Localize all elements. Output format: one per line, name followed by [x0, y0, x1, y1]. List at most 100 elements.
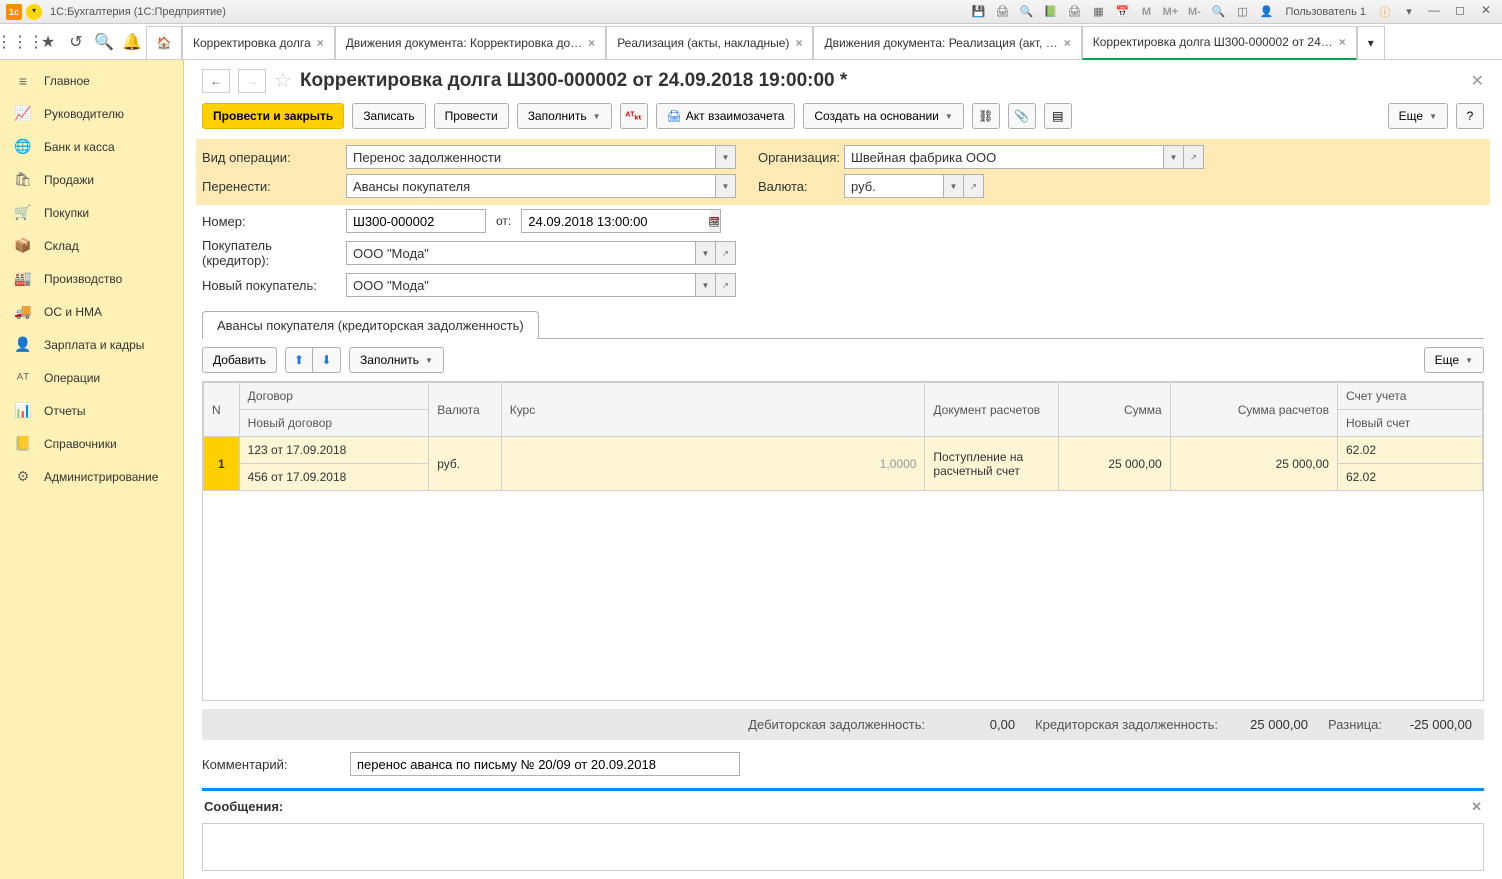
tab-3[interactable]: Движения документа: Реализация (акт, … × — [813, 26, 1081, 60]
cell-currency[interactable]: руб. — [429, 437, 501, 491]
col-doc[interactable]: Документ расчетов — [925, 383, 1059, 437]
org-select[interactable]: Швейная фабрика ООО — [844, 145, 1164, 169]
forward-button[interactable]: → — [238, 69, 266, 93]
sidebar-item-sales[interactable]: 🛍Продажи — [0, 163, 183, 196]
back-button[interactable]: ← — [202, 69, 230, 93]
fill-table-button[interactable]: Заполнить▼ — [349, 347, 444, 373]
search-icon[interactable]: 🔍 — [90, 28, 118, 56]
open-icon[interactable]: ↗ — [716, 273, 736, 297]
col-new-contract[interactable]: Новый договор — [239, 410, 429, 437]
cell-contract[interactable]: 123 от 17.09.2018 — [239, 437, 429, 464]
col-n[interactable]: N — [204, 383, 240, 437]
help-button[interactable]: ? — [1456, 103, 1484, 129]
transfer-select[interactable]: Авансы покупателя — [346, 174, 716, 198]
sidebar-item-production[interactable]: 🏭Производство — [0, 262, 183, 295]
user-icon[interactable]: 👤 — [1257, 3, 1275, 21]
more-button[interactable]: Еще▼ — [1388, 103, 1448, 129]
print-icon[interactable]: 🖨 — [993, 3, 1011, 21]
dtKt-icon[interactable]: ᴬᵀₖₜ — [620, 103, 648, 129]
apps-icon[interactable]: ⋮⋮⋮ — [6, 28, 34, 56]
post-button[interactable]: Провести — [434, 103, 509, 129]
save-icon[interactable]: 💾 — [969, 3, 987, 21]
m-plus-icon[interactable]: M+ — [1161, 3, 1179, 21]
col-sum-calc[interactable]: Сумма расчетов — [1170, 383, 1337, 437]
buyer-select[interactable]: ООО "Мода" — [346, 241, 696, 265]
list-icon[interactable]: ▤ — [1044, 103, 1072, 129]
favorite-star-icon[interactable]: ☆ — [274, 68, 292, 93]
sidebar-item-salary[interactable]: 👤Зарплата и кадры — [0, 328, 183, 361]
cell-account[interactable]: 62.02 — [1337, 437, 1482, 464]
number-input[interactable] — [346, 209, 486, 233]
cell-sum-calc[interactable]: 25 000,00 — [1170, 437, 1337, 491]
favorite-icon[interactable]: ★ — [34, 28, 62, 56]
tab-1[interactable]: Движения документа: Корректировка до… × — [335, 26, 606, 60]
m-minus-icon[interactable]: M- — [1185, 3, 1203, 21]
home-tab[interactable]: 🏠 — [146, 26, 182, 60]
calendar-icon[interactable]: 📅 — [1113, 3, 1131, 21]
sidebar-item-reports[interactable]: 📊Отчеты — [0, 394, 183, 427]
cell-sum[interactable]: 25 000,00 — [1059, 437, 1171, 491]
sidebar-item-assets[interactable]: 🚚ОС и НМА — [0, 295, 183, 328]
fill-button[interactable]: Заполнить▼ — [517, 103, 612, 129]
dropdown-icon[interactable]: ▼ — [716, 174, 736, 198]
sidebar-item-operations[interactable]: ᴬᵀОперации — [0, 361, 183, 394]
col-new-account[interactable]: Новый счет — [1337, 410, 1482, 437]
tab-advances[interactable]: Авансы покупателя (кредиторская задолжен… — [202, 311, 539, 339]
post-close-button[interactable]: Провести и закрыть — [202, 103, 344, 129]
close-icon[interactable]: × — [1064, 36, 1071, 50]
add-button[interactable]: Добавить — [202, 347, 277, 373]
close-icon[interactable]: × — [588, 36, 595, 50]
sidebar-item-admin[interactable]: ⚙Администрирование — [0, 460, 183, 493]
dropdown-icon[interactable]: ▼ — [696, 241, 716, 265]
dropdown-icon[interactable]: ▼ — [1164, 145, 1184, 169]
bell-icon[interactable]: 🔔 — [118, 28, 146, 56]
op-type-select[interactable]: Перенос задолженности — [346, 145, 716, 169]
sidebar-item-purchases[interactable]: 🛒Покупки — [0, 196, 183, 229]
app-dropdown-icon[interactable]: ▾ — [26, 4, 42, 20]
sidebar-item-manager[interactable]: 📈Руководителю — [0, 97, 183, 130]
tab-2[interactable]: Реализация (акты, накладные) × — [606, 26, 813, 60]
excel-icon[interactable]: 📗 — [1041, 3, 1059, 21]
sidebar-item-warehouse[interactable]: 📦Склад — [0, 229, 183, 262]
sidebar-item-references[interactable]: 📒Справочники — [0, 427, 183, 460]
list-small-icon[interactable]: ▤ — [708, 214, 719, 228]
create-based-button[interactable]: Создать на основании▼ — [803, 103, 963, 129]
comment-input[interactable] — [350, 752, 740, 776]
history-icon[interactable]: ↺ — [62, 28, 90, 56]
menu-down-icon[interactable]: ▾ — [1400, 3, 1418, 21]
print2-icon[interactable]: 🖨 — [1065, 3, 1083, 21]
attach-icon[interactable]: 📎 — [1008, 103, 1036, 129]
col-sum[interactable]: Сумма — [1059, 383, 1171, 437]
cell-new-contract[interactable]: 456 от 17.09.2018 — [239, 464, 429, 491]
open-icon[interactable]: ↗ — [1184, 145, 1204, 169]
info-icon[interactable]: ⓘ — [1376, 3, 1394, 21]
close-icon[interactable]: × — [795, 36, 802, 50]
cell-new-account[interactable]: 62.02 — [1337, 464, 1482, 491]
col-currency[interactable]: Валюта — [429, 383, 501, 437]
tab-4[interactable]: Корректировка долга Ш300-000002 от 24… × — [1082, 26, 1357, 60]
sidebar-item-bank[interactable]: 🌐Банк и касса — [0, 130, 183, 163]
preview-icon[interactable]: 🔍 — [1017, 3, 1035, 21]
close-icon[interactable]: × — [1339, 35, 1346, 49]
tab-more-button[interactable]: ▾ — [1357, 26, 1385, 60]
close-button[interactable]: ✕ — [1476, 3, 1496, 21]
cell-doc[interactable]: Поступление на расчетный счет — [925, 437, 1059, 491]
dropdown-icon[interactable]: ▼ — [716, 145, 736, 169]
maximize-button[interactable]: ◻ — [1450, 3, 1470, 21]
col-account[interactable]: Счет учета — [1337, 383, 1482, 410]
zoom-icon[interactable]: 🔍 — [1209, 3, 1227, 21]
new-buyer-select[interactable]: ООО "Мода" — [346, 273, 696, 297]
minimize-button[interactable]: — — [1424, 3, 1444, 21]
write-button[interactable]: Записать — [352, 103, 425, 129]
col-rate[interactable]: Курс — [501, 383, 925, 437]
windows-icon[interactable]: ◫ — [1233, 3, 1251, 21]
move-down-button[interactable]: ⬇ — [313, 347, 341, 373]
open-icon[interactable]: ↗ — [716, 241, 736, 265]
dropdown-icon[interactable]: ▼ — [696, 273, 716, 297]
table-row[interactable]: 1 123 от 17.09.2018 руб. 1,0000 Поступле… — [204, 437, 1483, 464]
link-icon[interactable]: ⛓ — [972, 103, 1000, 129]
m-icon[interactable]: M — [1137, 3, 1155, 21]
date-input[interactable] — [521, 209, 710, 233]
act-button[interactable]: 🖨Акт взаимозачета — [656, 103, 796, 129]
table-more-button[interactable]: Еще▼ — [1424, 347, 1484, 373]
